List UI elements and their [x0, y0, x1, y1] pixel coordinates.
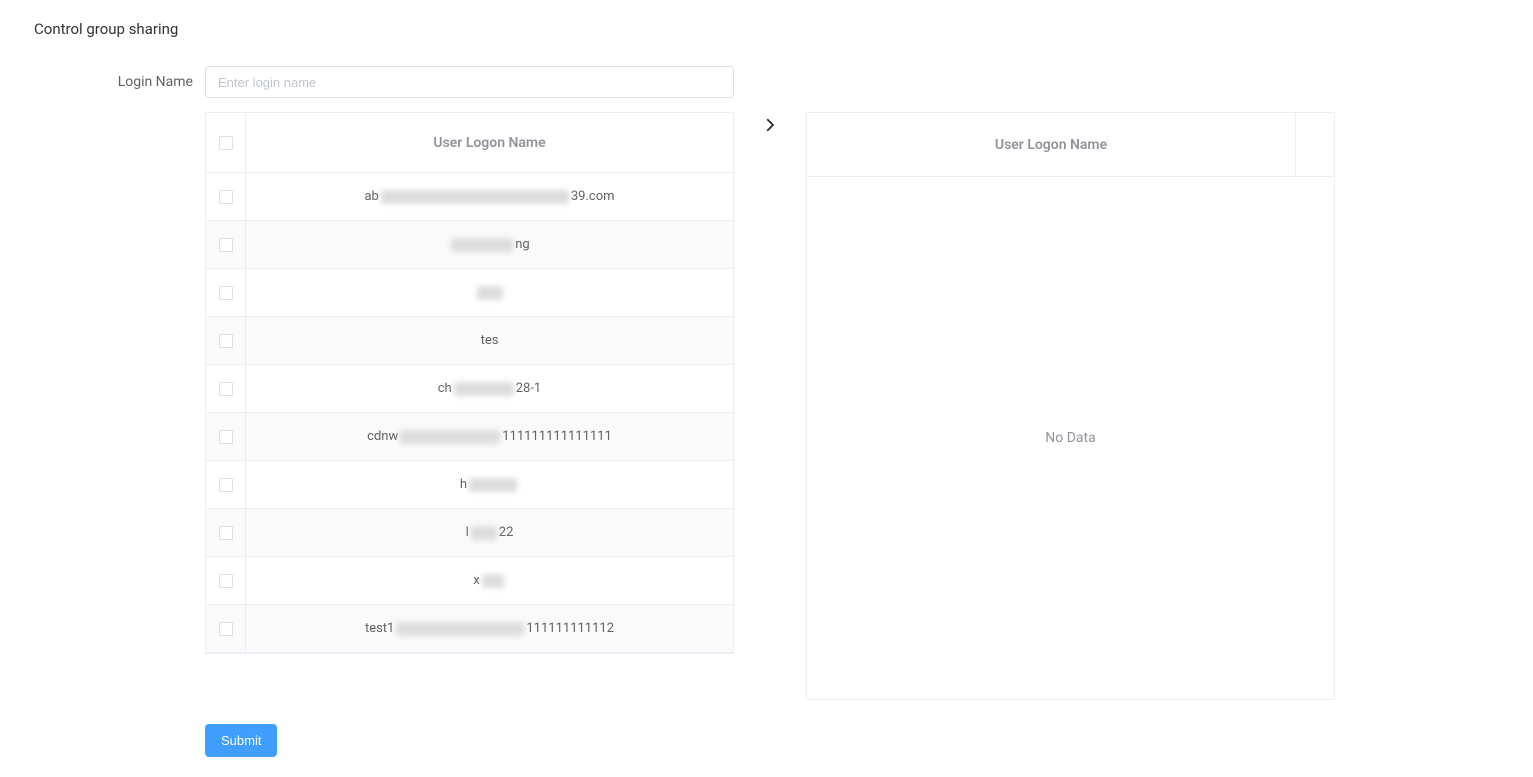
redacted-text	[471, 526, 497, 540]
transfer-right-icon[interactable]	[761, 116, 779, 138]
target-user-table: User Logon Name No Data	[806, 112, 1335, 700]
user-logon-name-cell: h	[246, 461, 733, 508]
user-logon-name-cell: ng	[246, 221, 733, 268]
page-title: Control group sharing	[34, 20, 1499, 38]
user-logon-name-cell: ab39.com	[246, 173, 733, 220]
table-row[interactable]: h	[206, 461, 733, 509]
table-row[interactable]: tes	[206, 317, 733, 365]
submit-button[interactable]: Submit	[205, 724, 277, 757]
user-logon-name-cell: x	[246, 557, 733, 604]
select-all-checkbox[interactable]	[219, 136, 233, 150]
table-row[interactable]: ch28-1	[206, 365, 733, 413]
redacted-text	[451, 238, 513, 252]
redacted-text	[469, 478, 517, 492]
target-table-empty: No Data	[807, 177, 1334, 699]
row-checkbox[interactable]	[219, 238, 233, 252]
redacted-text	[454, 382, 514, 396]
table-row[interactable]: test1111111111112	[206, 605, 733, 653]
row-checkbox[interactable]	[219, 334, 233, 348]
user-logon-name-cell: tes	[246, 317, 733, 364]
row-checkbox[interactable]	[219, 574, 233, 588]
source-table-body[interactable]: ab39.comng tesch28-1cdnw111111111111111hl…	[206, 173, 733, 653]
table-row[interactable]: ab39.com	[206, 173, 733, 221]
redacted-text	[381, 190, 569, 204]
redacted-text	[396, 622, 524, 636]
row-checkbox[interactable]	[219, 478, 233, 492]
row-checkbox[interactable]	[219, 526, 233, 540]
row-checkbox[interactable]	[219, 622, 233, 636]
target-table-header: User Logon Name	[807, 113, 1296, 176]
redacted-text	[482, 574, 504, 588]
login-name-label: Login Name	[34, 74, 205, 90]
redacted-text	[400, 430, 500, 444]
row-checkbox[interactable]	[219, 382, 233, 396]
redacted-text	[477, 286, 503, 300]
row-checkbox[interactable]	[219, 286, 233, 300]
table-row[interactable]: l22	[206, 509, 733, 557]
target-table-action-header	[1296, 113, 1334, 176]
table-row[interactable]	[206, 269, 733, 317]
row-checkbox[interactable]	[219, 190, 233, 204]
user-logon-name-cell: cdnw111111111111111	[246, 413, 733, 460]
source-table-header: User Logon Name	[246, 113, 733, 172]
row-checkbox[interactable]	[219, 430, 233, 444]
table-row[interactable]: x	[206, 557, 733, 605]
table-row[interactable]: ng	[206, 221, 733, 269]
user-logon-name-cell: test1111111111112	[246, 605, 733, 652]
source-user-table: User Logon Name ab39.comng tesch28-1cdnw1…	[205, 112, 734, 654]
table-row[interactable]: cdnw111111111111111	[206, 413, 733, 461]
user-logon-name-cell	[246, 269, 733, 316]
login-name-input[interactable]	[205, 66, 734, 98]
user-logon-name-cell: l22	[246, 509, 733, 556]
user-logon-name-cell: ch28-1	[246, 365, 733, 412]
